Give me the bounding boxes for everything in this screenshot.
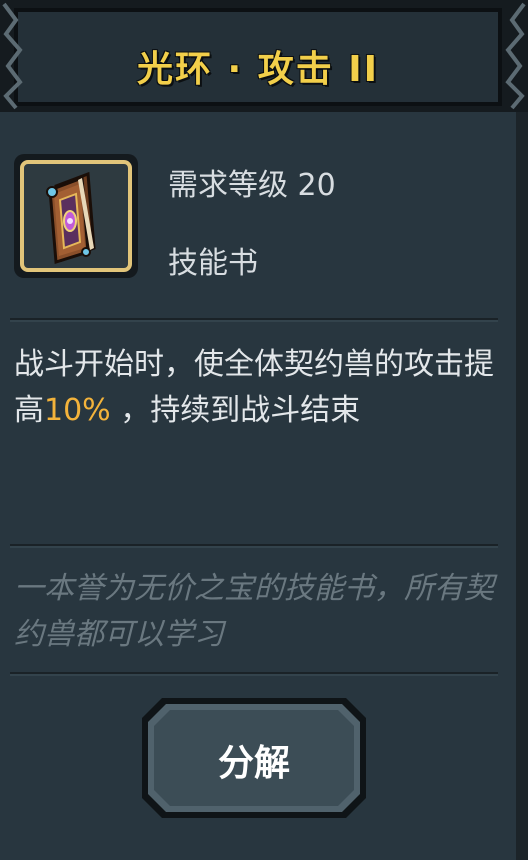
skill-description: 战斗开始时，使全体契约兽的攻击提高10% ，持续到战斗结束 [14,342,504,434]
header-bar: 光环 · 攻击 II [0,0,528,112]
item-icon-frame [20,160,132,272]
ornament-left-icon [2,2,23,110]
flavor-text: 一本誉为无价之宝的技能书，所有契约兽都可以学习 [14,571,494,652]
item-type: 技能书 [168,246,258,281]
decompose-button-label: 分解 [217,743,290,784]
page-title: 光环 · 攻击 II [136,49,380,90]
decompose-button[interactable]: 分解 [140,696,368,820]
divider-middle [10,544,498,548]
divider-top [10,318,498,322]
skill-book-icon [46,171,96,264]
item-icon-slot [14,154,138,278]
description-highlight: 10% [44,393,111,428]
panel-edge [516,112,528,860]
divider-bottom [10,672,498,676]
description-text-end: ，持续到战斗结束 [110,393,361,428]
required-level: 需求等级 20 [168,168,336,203]
title-banner: 光环 · 攻击 II [14,8,502,106]
ornament-right-icon [505,2,526,110]
